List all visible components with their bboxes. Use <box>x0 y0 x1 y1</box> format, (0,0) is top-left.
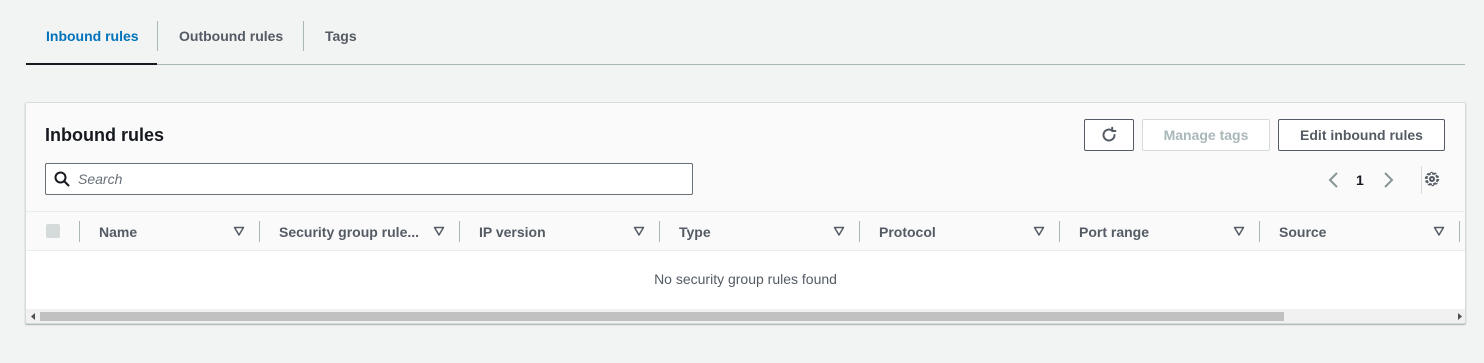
edit-inbound-rules-button[interactable]: Edit inbound rules <box>1278 119 1445 151</box>
column-header-port-range[interactable]: Port range <box>1079 212 1229 251</box>
column-label: Security group rule... <box>279 223 420 240</box>
pager-divider <box>1421 166 1422 194</box>
select-all-checkbox[interactable] <box>46 224 60 238</box>
scroll-left-arrow-icon[interactable] <box>30 313 37 320</box>
column-separator <box>859 221 860 242</box>
empty-state-message: No security group rules found <box>654 271 837 287</box>
column-header-type[interactable]: Type <box>679 212 829 251</box>
manage-tags-label: Manage tags <box>1163 127 1249 143</box>
column-header-security-group-rule-id[interactable]: Security group rule... <box>279 212 429 251</box>
sort-icon[interactable] <box>1233 225 1245 237</box>
column-separator <box>459 221 460 242</box>
inbound-rules-panel: Inbound rules Manage tags Edit inbound r… <box>25 102 1466 324</box>
refresh-button[interactable] <box>1084 119 1134 151</box>
sort-icon[interactable] <box>1433 225 1445 237</box>
tab-label: Tags <box>325 28 357 44</box>
tab-bar: Inbound rules Outbound rules Tags <box>26 12 1465 65</box>
column-label: Port range <box>1079 223 1150 240</box>
search-field[interactable] <box>45 163 693 195</box>
search-icon <box>54 171 70 187</box>
manage-tags-button[interactable]: Manage tags <box>1142 119 1270 151</box>
sort-icon[interactable] <box>1033 225 1045 237</box>
search-input[interactable] <box>78 164 678 194</box>
column-separator <box>79 221 80 242</box>
tab-divider <box>157 21 158 51</box>
sort-icon[interactable] <box>433 225 445 237</box>
sort-icon[interactable] <box>833 225 845 237</box>
column-separator <box>659 221 660 242</box>
panel-title: Inbound rules <box>45 125 164 145</box>
tab-outbound-rules[interactable]: Outbound rules <box>179 21 283 51</box>
column-label: IP version <box>479 223 546 240</box>
column-header-ip-version[interactable]: IP version <box>479 212 629 251</box>
tab-label: Outbound rules <box>179 28 284 44</box>
horizontal-scrollbar[interactable] <box>26 309 1465 323</box>
tab-divider <box>303 21 304 51</box>
tab-label: Inbound rules <box>46 28 139 44</box>
tab-inbound-rules[interactable]: Inbound rules <box>46 21 139 51</box>
column-label: Type <box>679 223 711 240</box>
column-label: Protocol <box>879 223 936 240</box>
chevron-left-icon[interactable] <box>1328 171 1340 189</box>
column-header-name[interactable]: Name <box>99 212 249 251</box>
sort-icon[interactable] <box>233 225 245 237</box>
sort-icon[interactable] <box>633 225 645 237</box>
column-separator <box>1259 221 1260 242</box>
edit-inbound-rules-label: Edit inbound rules <box>1300 127 1423 143</box>
column-label: Source <box>1279 223 1327 240</box>
scroll-right-arrow-icon[interactable] <box>1456 313 1463 320</box>
tab-tags[interactable]: Tags <box>325 21 357 51</box>
table-header: Name Security group rule... IP version T… <box>26 212 1465 251</box>
chevron-right-icon[interactable] <box>1382 171 1394 189</box>
refresh-icon <box>1102 126 1117 142</box>
column-separator <box>259 221 260 242</box>
scrollbar-thumb[interactable] <box>40 312 1284 321</box>
pagination: 1 <box>1328 169 1394 191</box>
gear-icon[interactable] <box>1423 170 1441 188</box>
current-page-number[interactable]: 1 <box>1356 172 1364 188</box>
panel-header: Inbound rules Manage tags Edit inbound r… <box>26 103 1465 212</box>
column-header-source[interactable]: Source <box>1279 212 1429 251</box>
column-header-protocol[interactable]: Protocol <box>879 212 1029 251</box>
column-separator <box>1459 221 1460 242</box>
column-separator <box>1059 221 1060 242</box>
column-label: Name <box>99 223 138 240</box>
active-tab-indicator <box>26 63 157 65</box>
